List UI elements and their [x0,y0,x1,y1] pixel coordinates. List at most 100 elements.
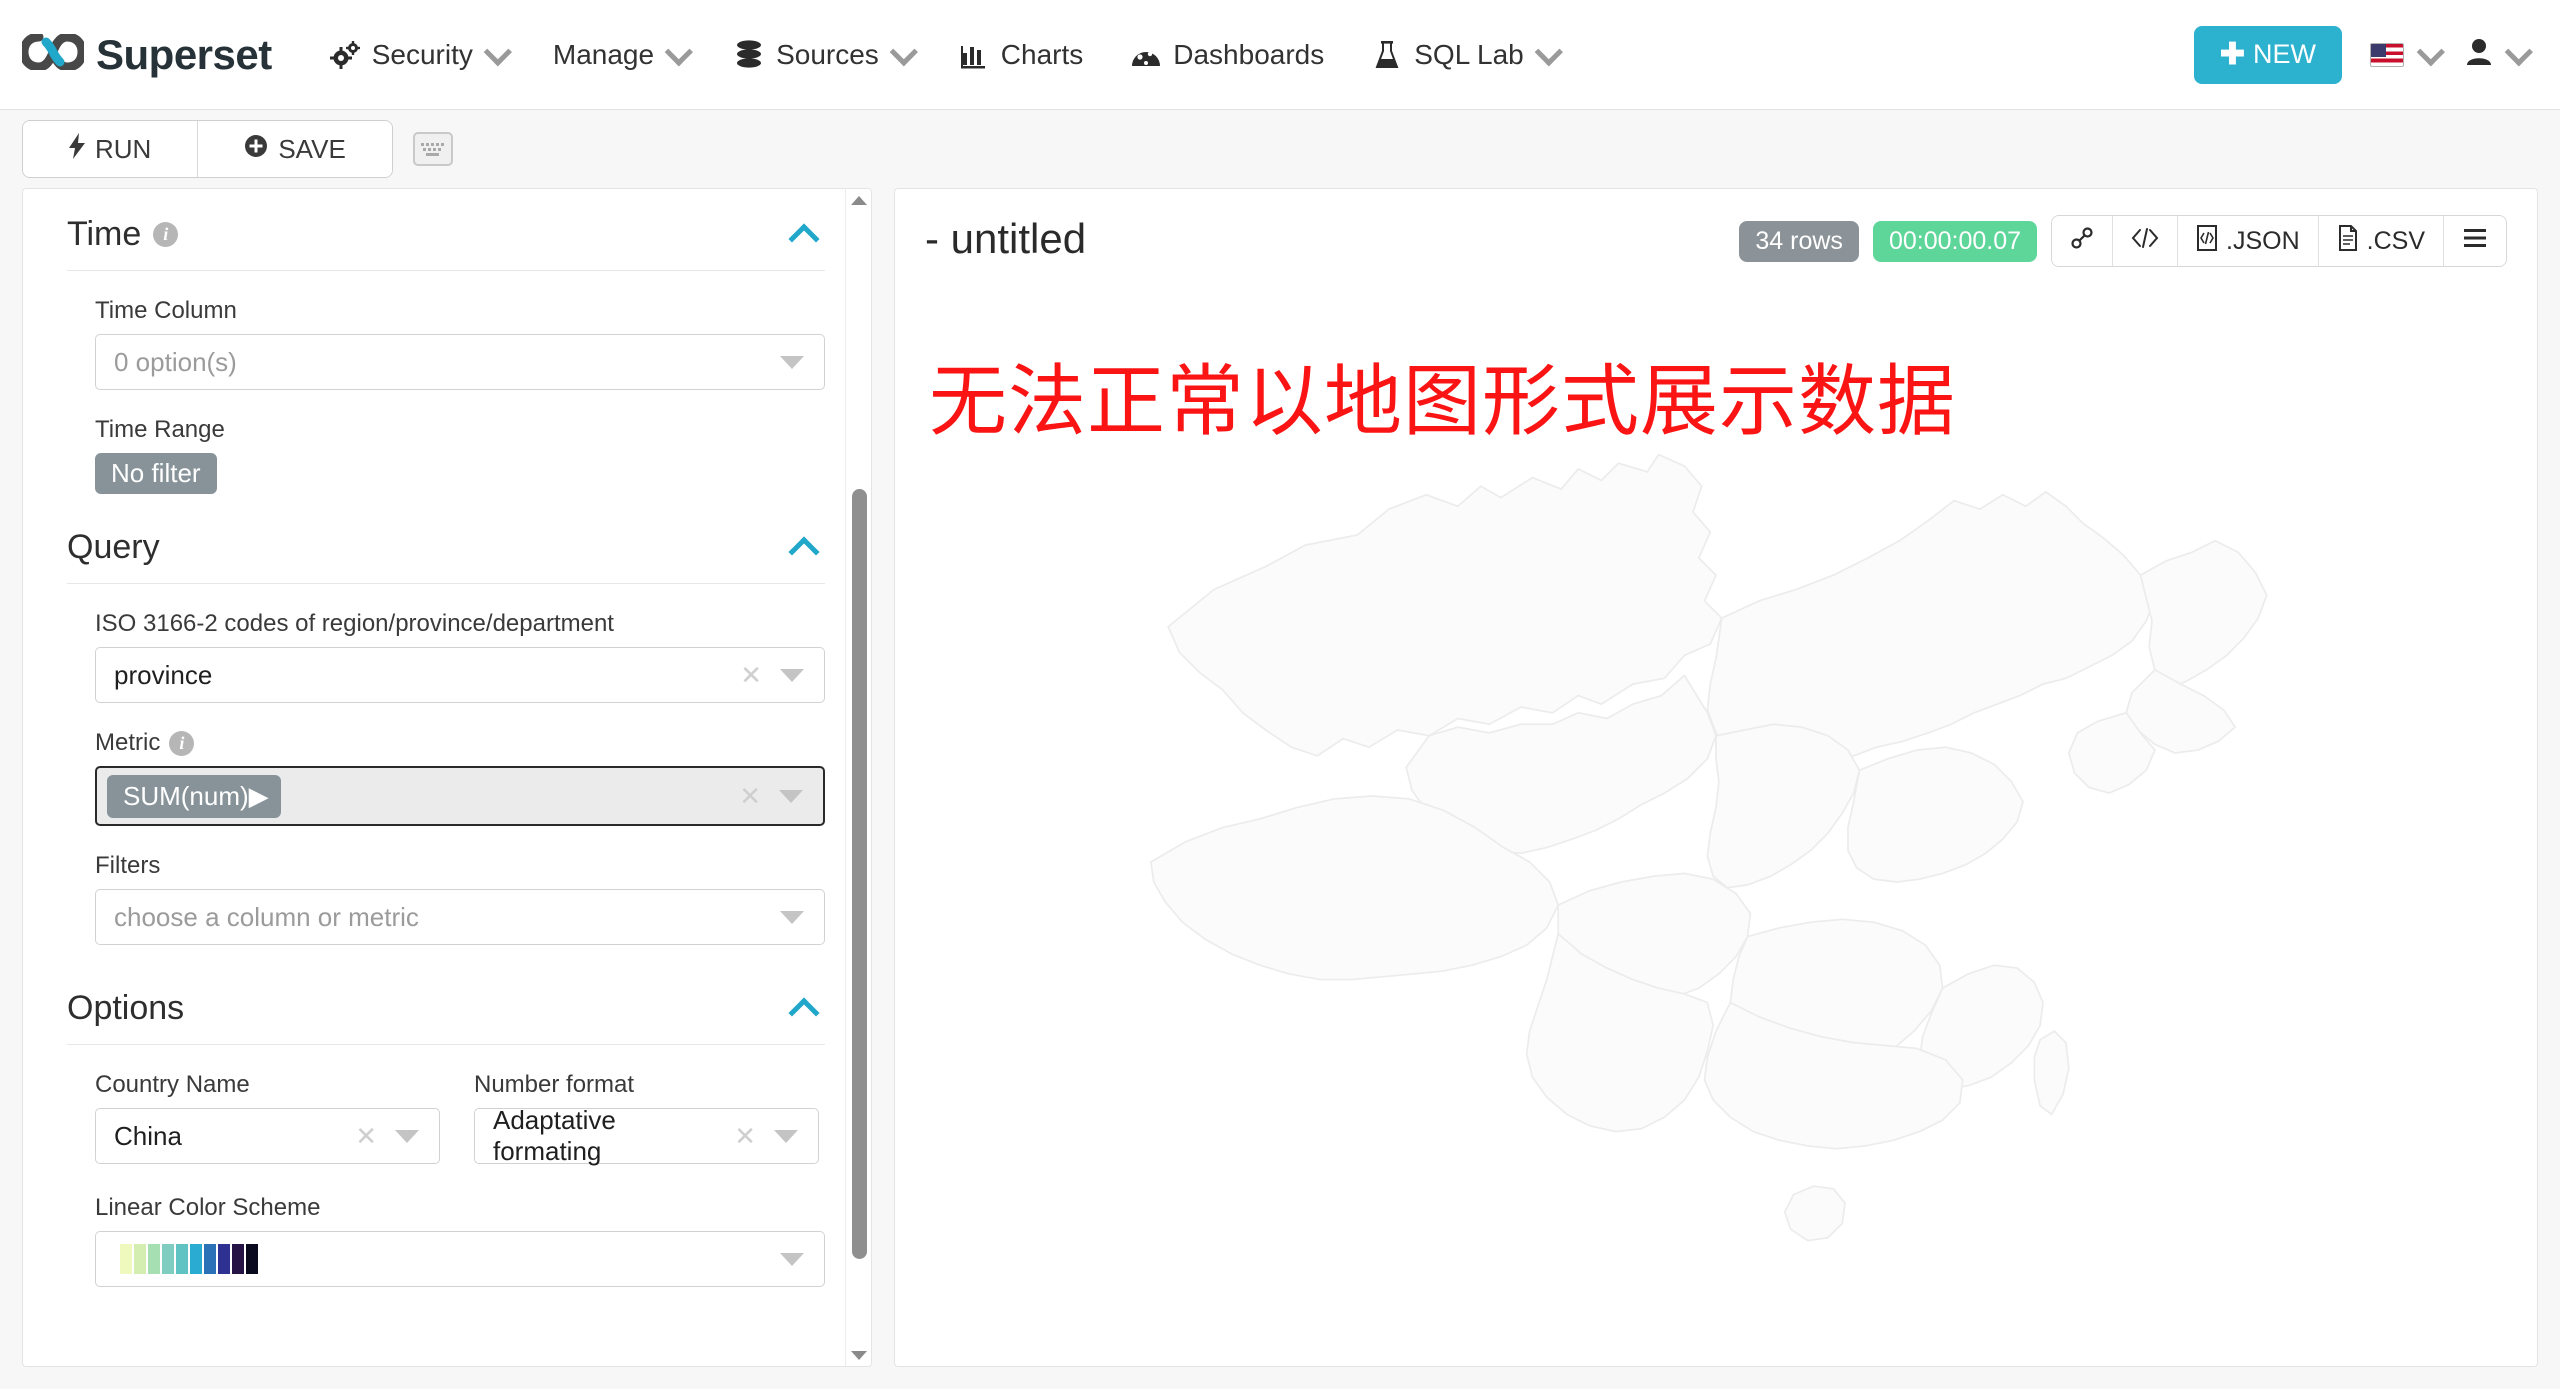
bolt-icon [69,132,85,166]
color-swatch-6 [204,1244,216,1274]
time-column-select[interactable]: 0 option(s) [95,334,825,390]
export-json-button[interactable]: .JSON [2177,216,2318,266]
chart-panel-header: - untitled 34 rows 00:00:00.07 .JSON .CS… [895,189,2537,281]
nav-item-sources[interactable]: Sources [710,0,935,110]
field-number-format: Number format Adaptative formating ✕ [474,1071,819,1166]
nav-item-manage[interactable]: Manage [529,0,710,110]
chevron-up-icon[interactable] [788,996,820,1029]
info-icon[interactable]: i [169,730,195,756]
nav-item-security[interactable]: Security [306,0,529,110]
metric-label-group: Metric i [95,729,825,757]
field-filters: Filters choose a column or metric [67,852,825,945]
field-time-column: Time Column 0 option(s) [67,297,825,390]
infinity-logo-icon [19,32,87,75]
section-query-header[interactable]: Query [67,528,825,584]
section-time: Time i Time Column 0 option(s) Time Rang… [67,215,825,494]
filters-select[interactable]: choose a column or metric [95,889,825,945]
chevron-up-icon[interactable] [788,222,820,255]
number-format-label: Number format [474,1071,635,1098]
new-button[interactable]: ✚ NEW [2193,25,2342,84]
run-button[interactable]: RUN [23,121,198,177]
chart-menu-button[interactable] [2443,216,2506,266]
plus-icon: ✚ [2219,37,2245,71]
metric-select[interactable]: SUM(num)▶ ✕ [95,766,825,826]
china-country-map[interactable] [986,294,2446,1368]
user-menu[interactable] [2466,37,2533,71]
chevron-down-icon [889,37,918,66]
section-options: Options Country Name China ✕ Number form… [67,989,825,1287]
nav-item-label: Sources [776,38,879,70]
bar-chart-icon [959,41,989,69]
chart-header-actions: 34 rows 00:00:00.07 .JSON .CSV [1739,215,2507,267]
color-swatch-0 [120,1244,132,1274]
field-linear-color-scheme: Linear Color Scheme [67,1194,825,1287]
clear-icon[interactable]: ✕ [341,1121,391,1152]
chart-visualization-area: 无法正常以地图形式展示数据 [895,281,2537,1366]
section-time-header[interactable]: Time i [67,215,825,271]
field-metric: Metric i SUM(num)▶ ✕ [67,729,825,826]
rows-count-badge: 34 rows [1739,220,1859,262]
control-panel-scroll-content: Time i Time Column 0 option(s) Time Rang… [23,189,845,1366]
time-range-label: Time Range [95,416,225,443]
color-swatch-7 [218,1244,230,1274]
share-link-button[interactable] [2052,216,2113,266]
info-icon[interactable]: i [153,222,179,247]
brand-title: Superset [96,30,272,78]
nav-item-charts[interactable]: Charts [935,0,1107,110]
gears-icon [329,40,360,69]
brand-logo-link[interactable]: Superset [19,30,272,79]
export-csv-button[interactable]: .CSV [2317,216,2443,266]
clear-icon[interactable]: ✕ [720,1121,770,1152]
iso-codes-select[interactable]: province ✕ [95,647,825,703]
plus-circle-icon [244,134,268,165]
export-csv-label: .CSV [2366,226,2425,255]
database-icon [734,39,764,70]
country-name-value: China [114,1120,182,1151]
country-name-select[interactable]: China ✕ [95,1108,440,1164]
chevron-down-icon [395,1129,419,1143]
section-options-header[interactable]: Options [67,989,825,1045]
section-title-label: Query [67,528,160,566]
number-format-value: Adaptative formating [493,1105,616,1166]
color-swatch-4 [176,1244,188,1274]
query-duration-badge: 00:00:00.07 [1872,220,2038,262]
metric-value: SUM(num) [123,780,249,811]
scrollbar-thumb[interactable] [852,489,867,1259]
language-selector[interactable] [2370,37,2445,67]
nav-item-dashboards[interactable]: Dashboards [1107,0,1348,110]
number-format-select[interactable]: Adaptative formating ✕ [474,1105,819,1166]
iso-codes-label: ISO 3166-2 codes of region/province/depa… [95,610,614,637]
nav-menu: Security Manage Sources Charts Dashboard… [306,0,1580,110]
control-panel-scrollbar[interactable] [845,189,871,1366]
section-time-title-group: Time i [67,215,179,254]
flask-icon [1372,40,1402,70]
clear-icon[interactable]: ✕ [725,781,775,812]
metric-label: Metric [95,729,161,756]
chart-panel: - untitled 34 rows 00:00:00.07 .JSON .CS… [894,188,2538,1367]
chevron-down-icon [2416,37,2445,66]
color-swatch-2 [148,1244,160,1274]
scroll-up-arrow-icon[interactable] [846,189,871,211]
time-range-value-pill[interactable]: No filter [95,453,217,494]
color-scheme-swatches [114,1244,258,1274]
hamburger-menu-icon [2462,227,2488,256]
chevron-up-icon[interactable] [788,535,820,568]
code-icon [2131,227,2159,256]
dashboard-gauge-icon [1131,42,1161,68]
chevron-down-icon [780,355,804,369]
keyboard-icon[interactable] [412,132,453,166]
clear-icon[interactable]: ✕ [726,660,776,691]
scroll-down-arrow-icon[interactable] [846,1344,871,1366]
nav-item-sql-lab[interactable]: SQL Lab [1348,0,1579,110]
field-country-name: Country Name China ✕ [95,1071,440,1164]
control-panel: Time i Time Column 0 option(s) Time Rang… [22,188,872,1367]
options-row: Country Name China ✕ Number format Adapt… [67,1071,825,1166]
chart-title[interactable]: - untitled [925,215,1086,263]
metric-value-pill[interactable]: SUM(num)▶ [107,774,281,818]
chart-export-button-group: .JSON .CSV [2051,215,2507,267]
chevron-down-icon [774,1129,798,1143]
linear-color-scheme-select[interactable] [95,1231,825,1287]
chevron-down-icon [2504,37,2533,66]
view-query-code-button[interactable] [2112,216,2178,266]
save-button[interactable]: SAVE [197,121,392,177]
